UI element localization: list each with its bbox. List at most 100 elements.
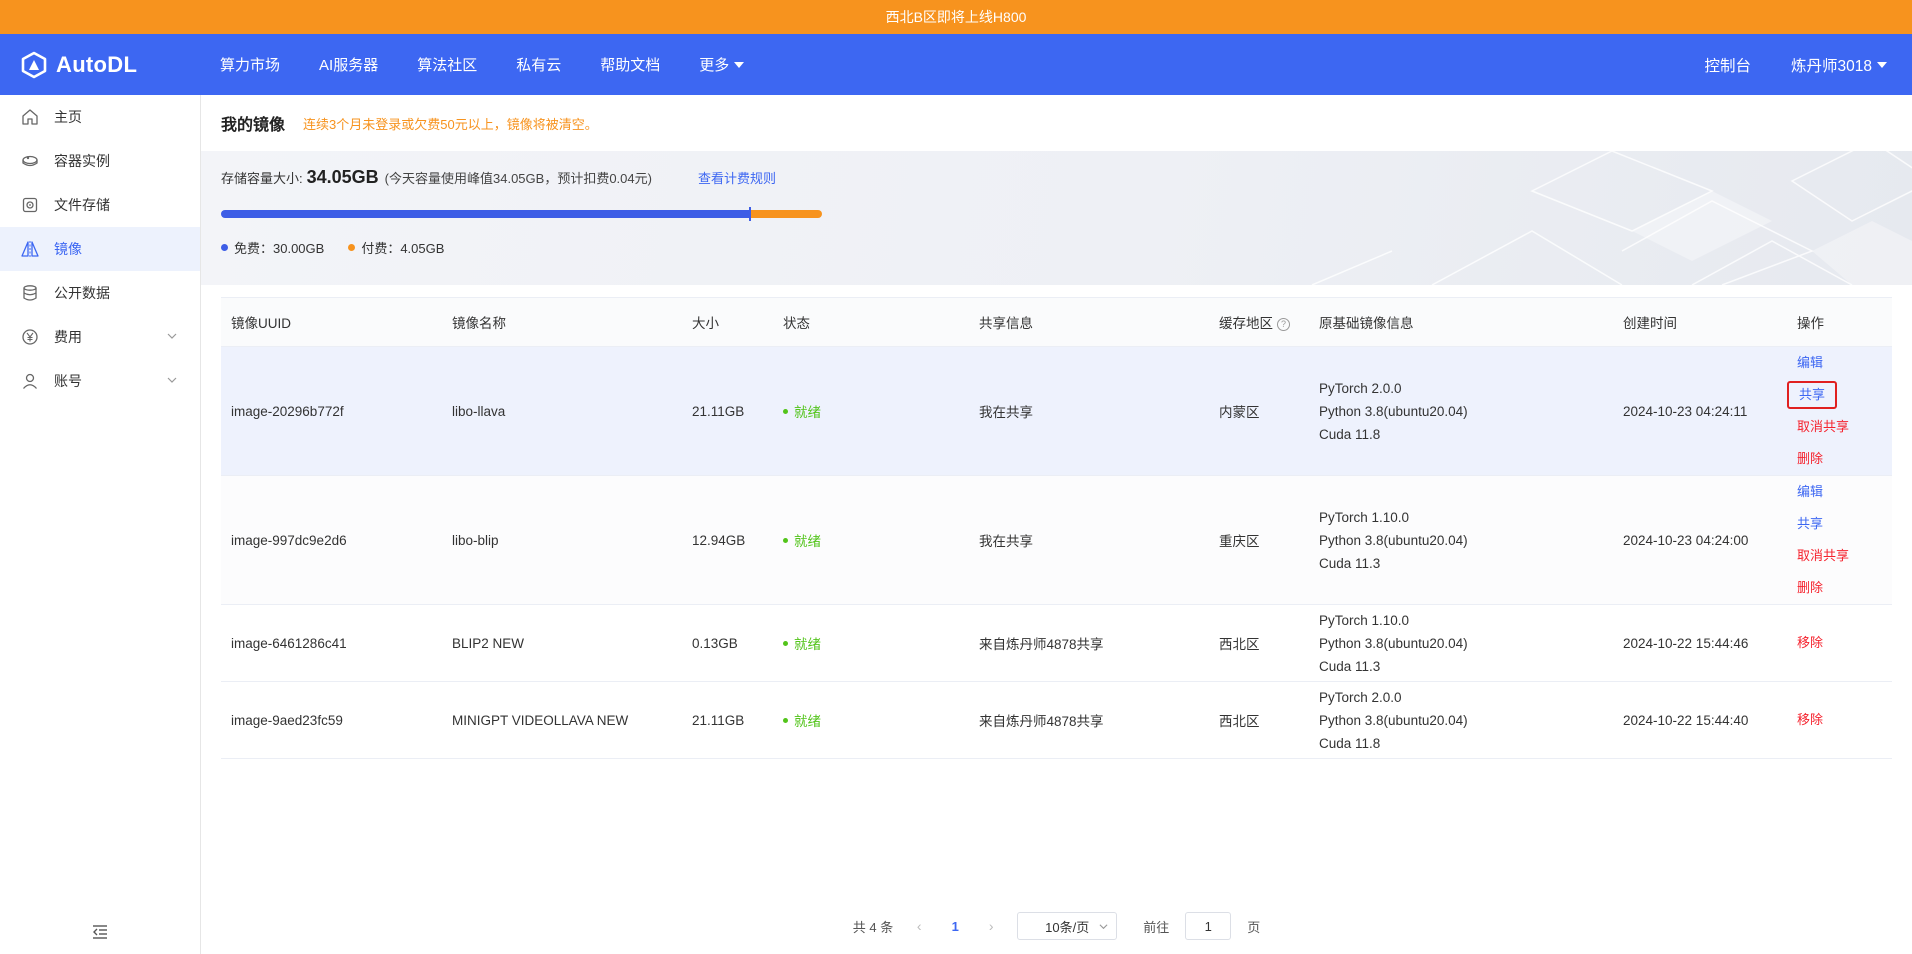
- delete-button[interactable]: 删除: [1797, 443, 1892, 475]
- user-icon: [20, 371, 40, 391]
- table-row: image-9aed23fc59 MINIGPT VIDEOLLAVA NEW …: [221, 681, 1892, 759]
- nav-more-menu[interactable]: 更多: [699, 54, 745, 75]
- page-title: 我的镜像: [221, 117, 286, 134]
- row-actions: 移除: [1787, 681, 1892, 759]
- image-uuid: image-6461286c41: [221, 604, 442, 682]
- row-actions: 移除: [1787, 604, 1892, 682]
- nav-algorithm-community[interactable]: 算法社区: [417, 54, 477, 75]
- status-badge: 就绪: [783, 530, 969, 550]
- capacity-progress-bar: [221, 207, 822, 221]
- user-menu[interactable]: 炼丹师3018: [1791, 54, 1887, 76]
- cancel-share-button[interactable]: 取消共享: [1797, 411, 1892, 443]
- status-badge: 就绪: [783, 401, 969, 421]
- legend-free: 免费：30.00GB: [221, 238, 324, 257]
- remove-button[interactable]: 移除: [1797, 627, 1892, 659]
- nav-console[interactable]: 控制台: [1705, 54, 1752, 76]
- capacity-value: 34.05GB: [306, 167, 379, 187]
- col-name: 镜像名称: [442, 297, 682, 347]
- col-region: 缓存地区?: [1209, 297, 1309, 347]
- created-time: 2024-10-23 04:24:11: [1613, 346, 1787, 476]
- chevron-down-icon: [167, 377, 177, 383]
- col-created: 创建时间: [1613, 297, 1787, 347]
- table-header-row: 镜像UUID 镜像名称 大小 状态 共享信息 缓存地区? 原基础镜像信息 创建时…: [221, 297, 1892, 347]
- logo-text: AutoDL: [56, 51, 138, 77]
- created-time: 2024-10-22 15:44:46: [1613, 604, 1787, 682]
- cache-region: 西北区: [1209, 681, 1309, 759]
- image-size: 21.11GB: [682, 346, 773, 476]
- share-button[interactable]: 共享: [1797, 508, 1892, 540]
- table-row: image-20296b772f libo-llava 21.11GB 就绪 我…: [221, 346, 1892, 476]
- help-icon[interactable]: ?: [1277, 317, 1290, 331]
- caret-down-icon: [734, 61, 745, 68]
- base-image-info: PyTorch 1.10.0 Python 3.8(ubuntu20.04) Cud…: [1309, 604, 1613, 682]
- table-row: image-6461286c41 BLIP2 NEW 0.13GB 就绪 来自炼…: [221, 604, 1892, 682]
- collapse-sidebar-icon[interactable]: [90, 922, 110, 942]
- edit-button[interactable]: 编辑: [1797, 476, 1892, 508]
- sidebar-item-billing[interactable]: 费用: [0, 315, 200, 359]
- retention-warning: 连续3个月未登录或欠费50元以上，镜像将被清空。: [303, 116, 598, 132]
- status-badge: 就绪: [783, 710, 969, 730]
- chevron-down-icon: [167, 333, 177, 339]
- billing-rules-link[interactable]: 查看计费规则: [698, 168, 776, 187]
- next-page-icon[interactable]: ›: [981, 918, 1001, 934]
- nav-ai-server[interactable]: AI服务器: [319, 54, 378, 75]
- free-limit-marker: [749, 207, 751, 221]
- image-name: MINIGPT VIDEOLLAVA NEW: [442, 681, 682, 759]
- image-uuid: image-997dc9e2d6: [221, 475, 442, 605]
- image-uuid: image-20296b772f: [221, 346, 442, 476]
- sidebar-item-public-data[interactable]: 公开数据: [0, 271, 200, 315]
- goto-page-input[interactable]: [1185, 912, 1232, 940]
- image-size: 21.11GB: [682, 681, 773, 759]
- image-name: libo-blip: [442, 475, 682, 605]
- image-name: libo-llava: [442, 346, 682, 476]
- col-base: 原基础镜像信息: [1309, 297, 1613, 347]
- storage-summary: 存储容量大小: 34.05GB (今天容量使用峰值34.05GB，预计扣费0.0…: [201, 151, 1912, 285]
- announcement-banner[interactable]: 西北B区即将上线H800: [0, 0, 1912, 34]
- page-number[interactable]: 1: [945, 919, 965, 934]
- sidebar-item-containers[interactable]: 容器实例: [0, 139, 200, 183]
- share-info: 来自炼丹师4878共享: [969, 604, 1209, 682]
- legend-paid: 付费：4.05GB: [348, 238, 444, 257]
- sidebar-item-file-storage[interactable]: 文件存储: [0, 183, 200, 227]
- created-time: 2024-10-22 15:44:40: [1613, 681, 1787, 759]
- page-header: 我的镜像 连续3个月未登录或欠费50元以上，镜像将被清空。: [201, 95, 1912, 151]
- edit-button[interactable]: 编辑: [1797, 347, 1892, 379]
- cancel-share-button[interactable]: 取消共享: [1797, 540, 1892, 572]
- page-unit: 页: [1247, 919, 1261, 935]
- cache-region: 西北区: [1209, 604, 1309, 682]
- cache-region: 内蒙区: [1209, 346, 1309, 476]
- nav-help-docs[interactable]: 帮助文档: [600, 54, 660, 75]
- sidebar-item-account[interactable]: 账号: [0, 359, 200, 403]
- pagination: 共 4 条 ‹ 1 › 10条/页 前往 页: [201, 912, 1912, 940]
- goto-label: 前往: [1143, 919, 1170, 935]
- remove-button[interactable]: 移除: [1797, 704, 1892, 736]
- image-name: BLIP2 NEW: [442, 604, 682, 682]
- row-actions: 编辑 共享 取消共享 删除: [1787, 475, 1892, 605]
- prev-page-icon[interactable]: ‹: [909, 918, 929, 934]
- nav-private-cloud[interactable]: 私有云: [516, 54, 561, 75]
- share-info: 来自炼丹师4878共享: [969, 681, 1209, 759]
- logo[interactable]: AutoDL: [0, 51, 200, 79]
- images-table: 镜像UUID 镜像名称 大小 状态 共享信息 缓存地区? 原基础镜像信息 创建时…: [221, 297, 1892, 759]
- main-content: 我的镜像 连续3个月未登录或欠费50元以上，镜像将被清空。 存储容量大小: 34…: [201, 95, 1912, 954]
- image-size: 0.13GB: [682, 604, 773, 682]
- nav-compute-market[interactable]: 算力市场: [220, 54, 280, 75]
- delete-button[interactable]: 删除: [1797, 572, 1892, 604]
- col-share: 共享信息: [969, 297, 1209, 347]
- image-uuid: image-9aed23fc59: [221, 681, 442, 759]
- share-info: 我在共享: [969, 346, 1209, 476]
- sidebar-item-images[interactable]: 镜像: [0, 227, 200, 271]
- col-actions: 操作: [1787, 297, 1892, 347]
- cache-region: 重庆区: [1209, 475, 1309, 605]
- page-size-select[interactable]: 10条/页: [1017, 912, 1118, 940]
- capacity-legend: 免费：30.00GB 付费：4.05GB: [221, 238, 1912, 257]
- paid-capacity-segment: [750, 210, 822, 218]
- created-time: 2024-10-23 04:24:00: [1613, 475, 1787, 605]
- sidebar-item-home[interactable]: 主页: [0, 95, 200, 139]
- row-actions: 编辑 共享 取消共享 删除: [1787, 346, 1892, 476]
- caret-down-icon: [1877, 61, 1887, 68]
- col-status: 状态: [773, 297, 969, 347]
- col-uuid: 镜像UUID: [221, 297, 442, 347]
- share-button[interactable]: 共享: [1787, 381, 1838, 409]
- capacity-note: (今天容量使用峰值34.05GB，预计扣费0.04元): [384, 171, 652, 186]
